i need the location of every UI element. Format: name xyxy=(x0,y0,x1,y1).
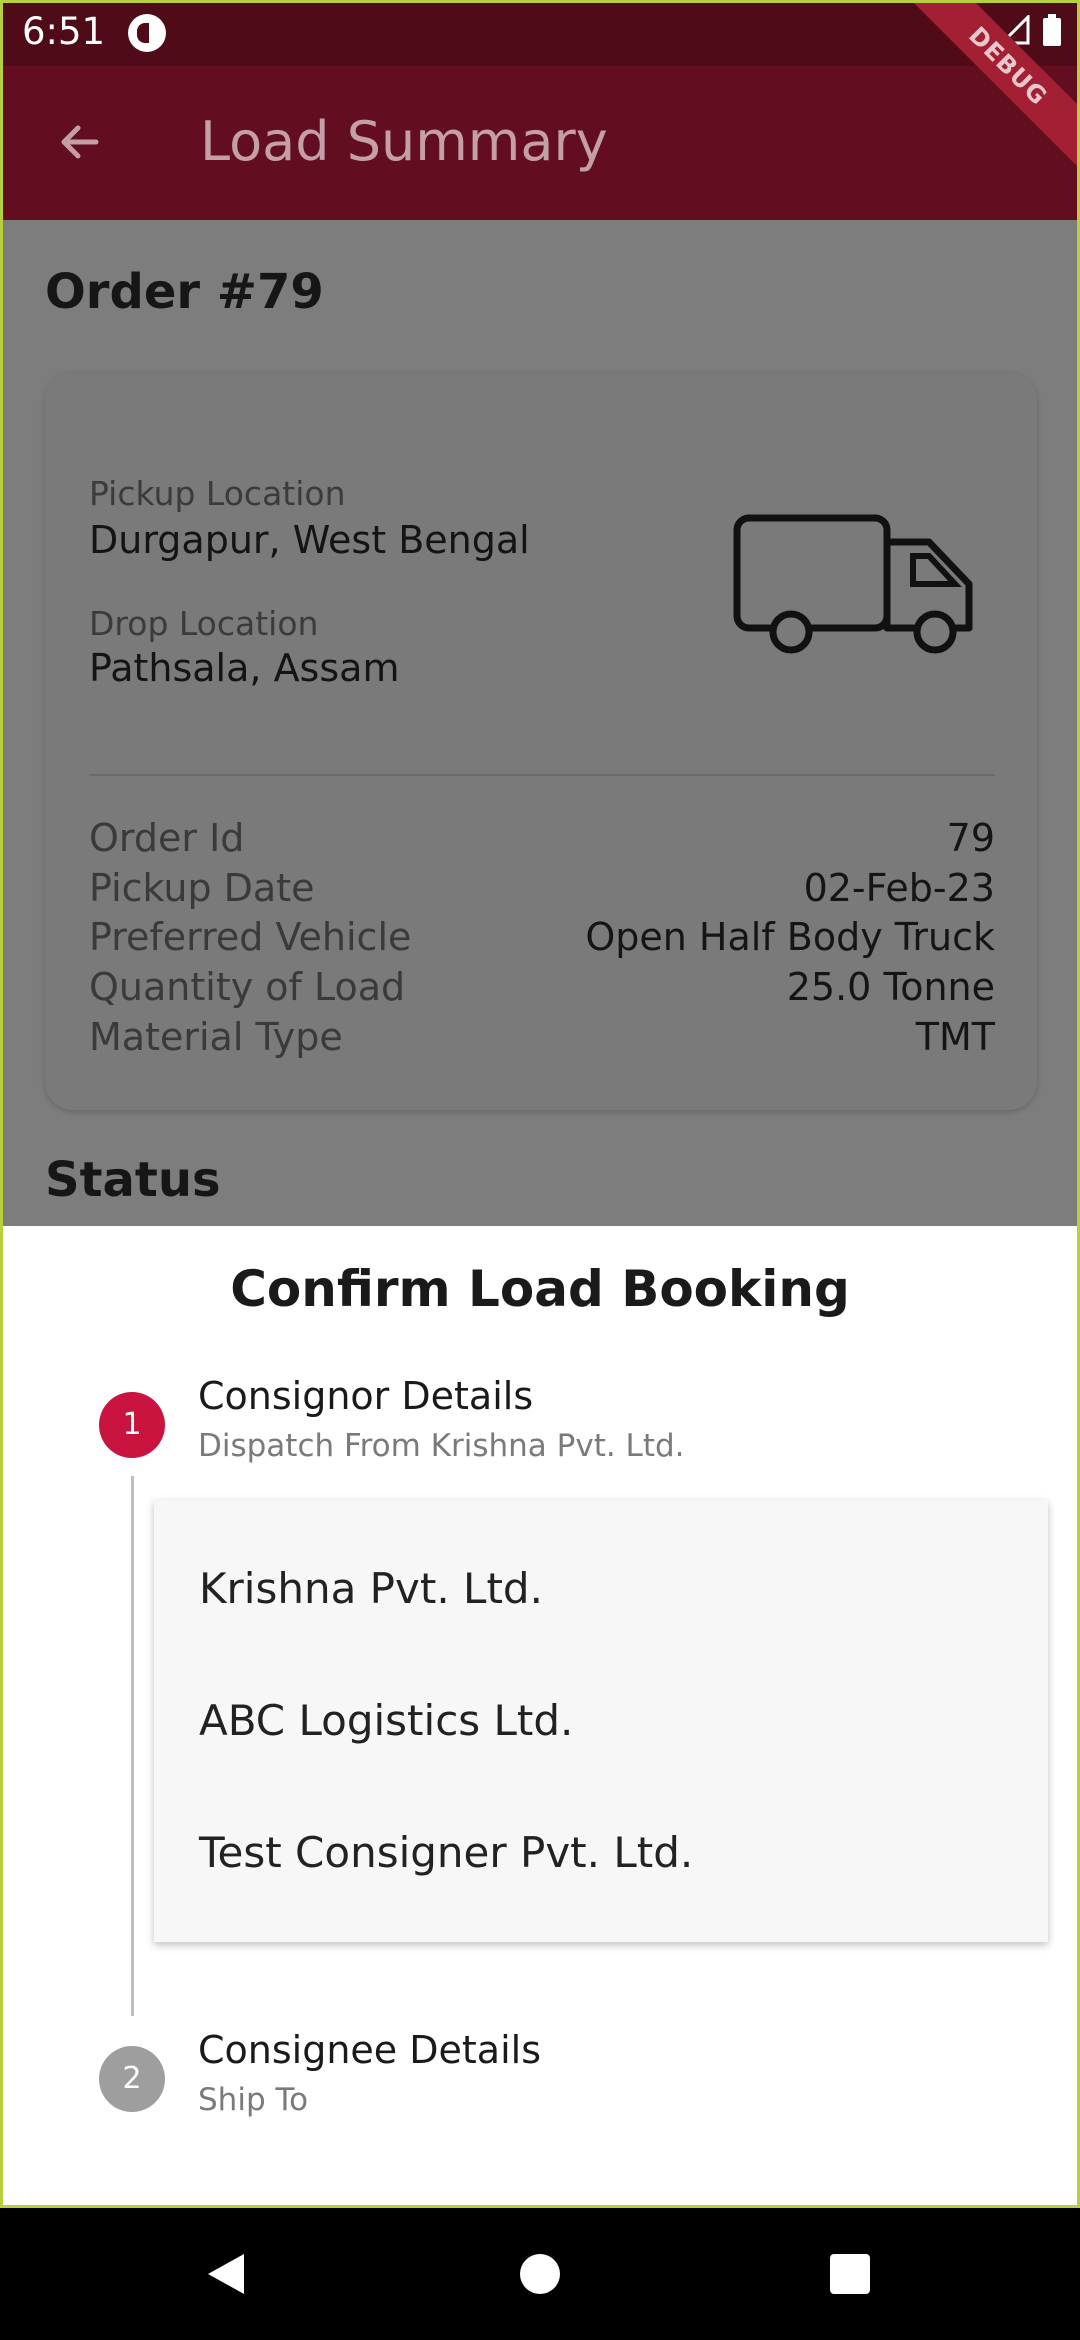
back-button[interactable] xyxy=(44,106,116,178)
status-section-title: Status xyxy=(45,1152,221,1208)
step-2-indicator[interactable]: 2 xyxy=(99,2046,165,2112)
detail-value: 79 xyxy=(946,816,995,860)
status-time: 6:51 xyxy=(22,10,106,53)
detail-label: Order Id xyxy=(89,816,245,860)
battery-icon xyxy=(1043,14,1061,46)
detail-value: 25.0 Tonne xyxy=(786,965,995,1009)
step-1-title[interactable]: Consignor Details xyxy=(198,1374,533,1418)
dropdown-option[interactable]: Test Consigner Pvt. Ltd. xyxy=(199,1828,693,1877)
confirm-booking-sheet: Confirm Load Booking 1 Consignor Details… xyxy=(0,1226,1080,2208)
app-bar: Load Summary xyxy=(0,66,1080,220)
step-1-subtitle: Dispatch From Krishna Pvt. Ltd. xyxy=(198,1428,685,1464)
sheet-title: Confirm Load Booking xyxy=(230,1260,850,1318)
dropdown-option[interactable]: ABC Logistics Ltd. xyxy=(199,1696,573,1745)
detail-value: Open Half Body Truck xyxy=(585,915,995,959)
order-card: Pickup Location Durgapur, West Bengal Dr… xyxy=(45,372,1037,1110)
arrow-back-icon xyxy=(61,125,99,159)
order-title: Order #79 xyxy=(45,264,324,320)
detail-label: Quantity of Load xyxy=(89,965,406,1009)
detail-label: Preferred Vehicle xyxy=(89,915,412,959)
detail-row-preferred-vehicle: Preferred Vehicle Open Half Body Truck xyxy=(89,915,995,965)
detail-row-quantity: Quantity of Load 25.0 Tonne xyxy=(89,965,995,1015)
page-title: Load Summary xyxy=(200,110,608,173)
step-2-title[interactable]: Consignee Details xyxy=(198,2028,541,2072)
detail-value: 02-Feb-23 xyxy=(803,866,995,910)
drop-location-label: Drop Location xyxy=(89,604,319,643)
nav-recents-button[interactable] xyxy=(814,2238,886,2310)
nav-back-icon xyxy=(208,2254,244,2294)
pickup-location-value: Durgapur, West Bengal xyxy=(89,518,530,562)
app-notification-icon xyxy=(128,14,166,52)
stepper-connector xyxy=(131,1476,134,2016)
load-summary-page: Order #79 Pickup Location Durgapur, West… xyxy=(0,220,1080,1226)
step-1-indicator[interactable]: 1 xyxy=(99,1392,165,1458)
detail-label: Pickup Date xyxy=(89,866,315,910)
detail-row-pickup-date: Pickup Date 02-Feb-23 xyxy=(89,866,995,916)
pickup-location-label: Pickup Location xyxy=(89,474,346,513)
detail-label: Material Type xyxy=(89,1015,343,1059)
card-divider xyxy=(89,774,995,776)
dropdown-option[interactable]: Krishna Pvt. Ltd. xyxy=(199,1564,543,1613)
drop-location-value: Pathsala, Assam xyxy=(89,646,400,690)
nav-home-button[interactable] xyxy=(504,2238,576,2310)
nav-back-button[interactable] xyxy=(190,2238,262,2310)
step-2-subtitle: Ship To xyxy=(198,2082,309,2118)
detail-row-material-type: Material Type TMT xyxy=(89,1015,995,1065)
nav-home-icon xyxy=(520,2254,560,2294)
nav-recents-icon xyxy=(830,2254,870,2294)
truck-icon xyxy=(733,514,973,654)
detail-value: TMT xyxy=(915,1015,995,1059)
detail-row-order-id: Order Id 79 xyxy=(89,816,995,866)
system-nav-bar xyxy=(0,2208,1080,2340)
consignor-dropdown-menu: Krishna Pvt. Ltd. ABC Logistics Ltd. Tes… xyxy=(154,1500,1048,1942)
status-bar: 6:51 xyxy=(0,0,1080,66)
